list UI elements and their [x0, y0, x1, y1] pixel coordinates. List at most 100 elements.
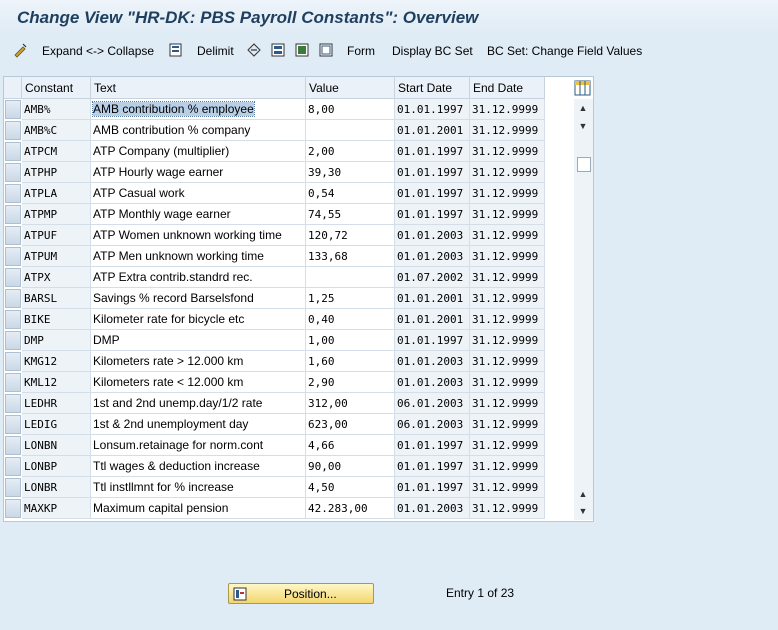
cell-start: 01.01.1997: [395, 456, 470, 477]
row-selector-header[interactable]: [4, 77, 22, 99]
row-selector[interactable]: [5, 394, 21, 413]
cell-value[interactable]: 8,00: [306, 99, 395, 120]
vertical-scrollbar[interactable]: ▲ ▼ ▲ ▼: [574, 99, 593, 520]
cell-value[interactable]: 4,50: [306, 477, 395, 498]
table-control: Constant Text Value Start Date End Date …: [3, 76, 594, 522]
cell-end: 31.12.9999: [470, 435, 545, 456]
cell-text[interactable]: Kilometer rate for bicycle etc: [91, 309, 306, 330]
cell-value[interactable]: 1,25: [306, 288, 395, 309]
row-selector[interactable]: [5, 373, 21, 392]
form-button[interactable]: Form: [347, 42, 375, 60]
cell-text[interactable]: Kilometers rate < 12.000 km: [91, 372, 306, 393]
cell-value[interactable]: 39,30: [306, 162, 395, 183]
row-selector[interactable]: [5, 457, 21, 476]
cell-text[interactable]: ATP Extra contrib.standrd rec.: [91, 267, 306, 288]
position-button[interactable]: Position...: [228, 583, 374, 604]
cell-value[interactable]: 312,00: [306, 393, 395, 414]
row-selector[interactable]: [5, 100, 21, 119]
deselect-all-icon[interactable]: [318, 42, 334, 58]
cell-text[interactable]: Ttl instllmnt for % increase: [91, 477, 306, 498]
bc-set-change-field-values-button[interactable]: BC Set: Change Field Values: [487, 42, 642, 60]
row-selector[interactable]: [5, 331, 21, 350]
cell-start: 01.01.2003: [395, 246, 470, 267]
cell-end: 31.12.9999: [470, 309, 545, 330]
cell-end: 31.12.9999: [470, 477, 545, 498]
expand-collapse-icon[interactable]: [12, 42, 28, 58]
cell-value[interactable]: [306, 120, 395, 141]
row-selector[interactable]: [5, 184, 21, 203]
column-header-text[interactable]: Text: [91, 77, 306, 99]
cell-value[interactable]: 120,72: [306, 225, 395, 246]
cell-end: 31.12.9999: [470, 204, 545, 225]
row-selector[interactable]: [5, 310, 21, 329]
cell-value[interactable]: 2,90: [306, 372, 395, 393]
row-selector[interactable]: [5, 268, 21, 287]
change-icon[interactable]: [246, 42, 262, 58]
scrollbar-thumb[interactable]: [577, 157, 591, 172]
expand-collapse-button[interactable]: Expand <-> Collapse: [42, 42, 154, 60]
cell-value[interactable]: 1,60: [306, 351, 395, 372]
cell-text[interactable]: ATP Casual work: [91, 183, 306, 204]
cell-text[interactable]: Maximum capital pension: [91, 498, 306, 519]
cell-value[interactable]: 90,00: [306, 456, 395, 477]
cell-text[interactable]: ATP Monthly wage earner: [91, 204, 306, 225]
cell-text[interactable]: ATP Company (multiplier): [91, 141, 306, 162]
cell-value[interactable]: 42.283,00: [306, 498, 395, 519]
cell-value[interactable]: [306, 267, 395, 288]
cell-constant: ATPCM: [22, 141, 91, 162]
row-selector[interactable]: [5, 142, 21, 161]
cell-text[interactable]: ATP Men unknown working time: [91, 246, 306, 267]
cell-text[interactable]: DMP: [91, 330, 306, 351]
cell-text[interactable]: ATP Hourly wage earner: [91, 162, 306, 183]
cell-text[interactable]: AMB contribution % company: [91, 120, 306, 141]
cell-text[interactable]: AMB contribution % employee: [91, 99, 306, 120]
selected-cell-text[interactable]: AMB contribution % employee: [92, 101, 255, 117]
cell-text[interactable]: Savings % record Barselsfond: [91, 288, 306, 309]
cell-value[interactable]: 74,55: [306, 204, 395, 225]
cell-text[interactable]: 1st & 2nd unemployment day: [91, 414, 306, 435]
scroll-down-page-icon[interactable]: ▼: [576, 119, 590, 133]
row-selector[interactable]: [5, 289, 21, 308]
row-selector[interactable]: [5, 163, 21, 182]
select-block-icon[interactable]: [294, 42, 310, 58]
cell-constant: LEDIG: [22, 414, 91, 435]
cell-value[interactable]: 1,00: [306, 330, 395, 351]
cell-constant: ATPLA: [22, 183, 91, 204]
cell-value[interactable]: 0,40: [306, 309, 395, 330]
row-selector[interactable]: [5, 205, 21, 224]
cell-text[interactable]: Ttl wages & deduction increase: [91, 456, 306, 477]
row-selector[interactable]: [5, 436, 21, 455]
display-bc-set-button[interactable]: Display BC Set: [392, 42, 473, 60]
cell-text[interactable]: Kilometers rate > 12.000 km: [91, 351, 306, 372]
cell-value[interactable]: 0,54: [306, 183, 395, 204]
application-toolbar: Expand <-> Collapse Delimit Form Display…: [0, 38, 778, 64]
row-selector[interactable]: [5, 478, 21, 497]
scroll-up-icon[interactable]: ▲: [576, 101, 590, 115]
cell-end: 31.12.9999: [470, 414, 545, 435]
row-selector[interactable]: [5, 499, 21, 518]
row-selector[interactable]: [5, 247, 21, 266]
cell-text[interactable]: Lonsum.retainage for norm.cont: [91, 435, 306, 456]
row-selector[interactable]: [5, 121, 21, 140]
cell-value[interactable]: 2,00: [306, 141, 395, 162]
cell-value[interactable]: 4,66: [306, 435, 395, 456]
column-header-constant[interactable]: Constant: [22, 77, 91, 99]
scroll-up-page-icon[interactable]: ▲: [576, 487, 590, 501]
cell-value[interactable]: 623,00: [306, 414, 395, 435]
cell-start: 01.01.2001: [395, 309, 470, 330]
column-header-value[interactable]: Value: [306, 77, 395, 99]
cell-text[interactable]: ATP Women unknown working time: [91, 225, 306, 246]
row-selector[interactable]: [5, 226, 21, 245]
delimit-button[interactable]: Delimit: [197, 42, 234, 60]
delimit-icon[interactable]: [168, 42, 184, 58]
table-settings-icon[interactable]: [574, 80, 591, 96]
column-header-end-date[interactable]: End Date: [470, 77, 545, 99]
cell-value[interactable]: 133,68: [306, 246, 395, 267]
cell-end: 31.12.9999: [470, 246, 545, 267]
scroll-down-icon[interactable]: ▼: [576, 504, 590, 518]
row-selector[interactable]: [5, 415, 21, 434]
row-selector[interactable]: [5, 352, 21, 371]
column-header-start-date[interactable]: Start Date: [395, 77, 470, 99]
select-all-icon[interactable]: [270, 42, 286, 58]
cell-text[interactable]: 1st and 2nd unemp.day/1/2 rate: [91, 393, 306, 414]
